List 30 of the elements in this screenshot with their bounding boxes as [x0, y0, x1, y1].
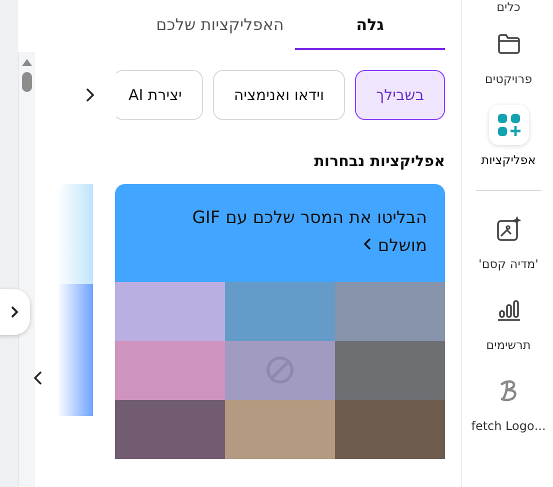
- tab[interactable]: גלה: [295, 0, 445, 50]
- sidebar-label: 'מדיה קסם': [478, 257, 538, 271]
- sidebar-item[interactable]: כלים: [496, 0, 520, 26]
- bar-chart-icon: [496, 299, 520, 321]
- scroll-up-icon[interactable]: [21, 58, 33, 68]
- category-chip[interactable]: יצירת AI: [113, 70, 203, 120]
- scrollbar-thumb[interactable]: [22, 72, 32, 92]
- chevron-left-icon[interactable]: [33, 370, 43, 386]
- card-title: הבליטו את המסר שלכם עם GIF מושלם: [191, 207, 427, 258]
- sidebar-item[interactable]: פרויקטים: [484, 26, 532, 107]
- sidebar-item[interactable]: ...fetch Logo: [471, 373, 546, 454]
- category-chip[interactable]: בשבילך: [355, 70, 445, 120]
- sparkle-image-icon: [496, 216, 522, 242]
- apps-icon: [496, 113, 520, 137]
- sidebar-label: פרויקטים: [484, 72, 532, 86]
- tab[interactable]: האפליקציות שלכם: [145, 0, 295, 50]
- category-chip[interactable]: וידאו ואנימציה: [212, 70, 346, 120]
- section-title: אפליקציות נבחרות: [313, 152, 445, 170]
- chevron-left-icon: [362, 237, 372, 251]
- folder-icon: [496, 33, 521, 55]
- chevron-right-icon: [9, 306, 19, 318]
- chevron-right-icon[interactable]: [85, 87, 96, 103]
- expand-button[interactable]: [0, 289, 30, 335]
- sidebar-label: ...fetch Logo: [471, 419, 546, 433]
- sidebar-label: תרשימים: [486, 338, 531, 352]
- sidebar-item[interactable]: תרשימים: [486, 292, 531, 373]
- sidebar-item[interactable]: 'מדיה קסם': [478, 211, 538, 292]
- sidebar-label: אפליקציות: [481, 153, 536, 167]
- sidebar-item[interactable]: אפליקציות: [481, 107, 536, 188]
- sidebar-label: כלים: [496, 0, 520, 14]
